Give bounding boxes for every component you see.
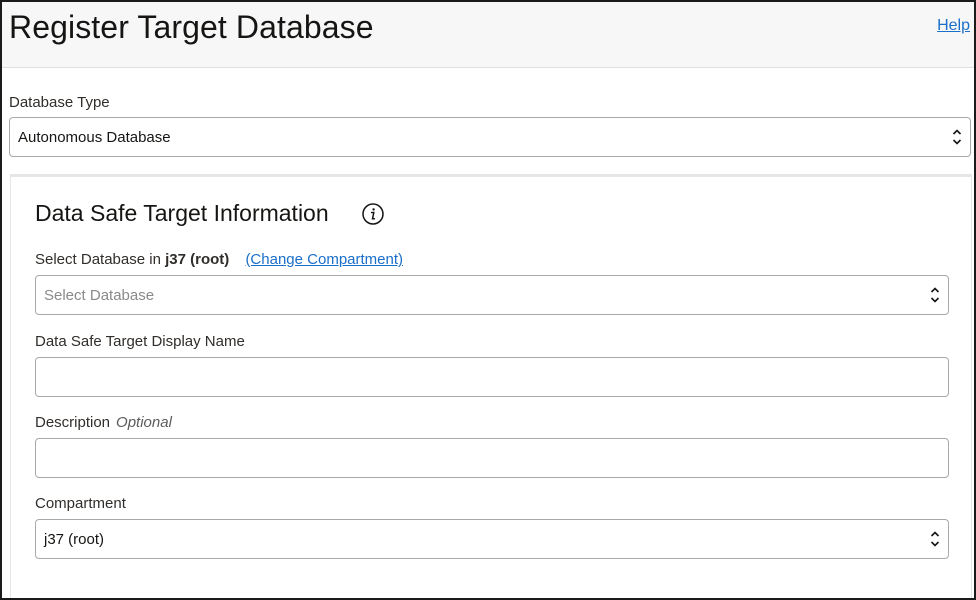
display-name-input[interactable] <box>35 357 949 397</box>
chevron-up-down-icon <box>930 531 940 547</box>
section-title: Data Safe Target Information <box>35 200 329 226</box>
chevron-up-down-icon <box>930 287 940 303</box>
select-database-placeholder: Select Database <box>44 287 155 304</box>
help-link[interactable]: Help <box>937 17 970 35</box>
compartment-value: j37 (root) <box>44 531 105 548</box>
description-input[interactable] <box>35 438 949 478</box>
target-info-panel: Data Safe Target Information Select Data… <box>10 174 972 598</box>
chevron-up-down-icon <box>952 129 962 145</box>
change-compartment-link[interactable]: (Change Compartment) <box>245 251 403 268</box>
description-label: Description Optional <box>35 414 172 431</box>
select-database-label-prefix: Select Database in <box>35 251 161 268</box>
select-database-label: Select Database in j37 (root) (Change Co… <box>35 251 403 268</box>
compartment-name: j37 (root) <box>165 251 230 268</box>
database-type-label: Database Type <box>9 94 110 111</box>
display-name-label: Data Safe Target Display Name <box>35 333 245 350</box>
database-type-value: Autonomous Database <box>18 129 171 146</box>
select-database-select[interactable]: Select Database <box>35 275 949 315</box>
compartment-label: Compartment <box>35 495 126 512</box>
compartment-select[interactable]: j37 (root) <box>35 519 949 559</box>
database-type-select[interactable]: Autonomous Database <box>9 117 971 157</box>
optional-label: Optional <box>116 414 172 431</box>
register-target-database-dialog: Register Target Database Help Database T… <box>0 0 976 600</box>
page-title: Register Target Database <box>9 9 374 45</box>
info-icon[interactable] <box>361 202 385 226</box>
description-label-text: Description <box>35 414 111 431</box>
page-header: Register Target Database Help <box>2 2 974 68</box>
